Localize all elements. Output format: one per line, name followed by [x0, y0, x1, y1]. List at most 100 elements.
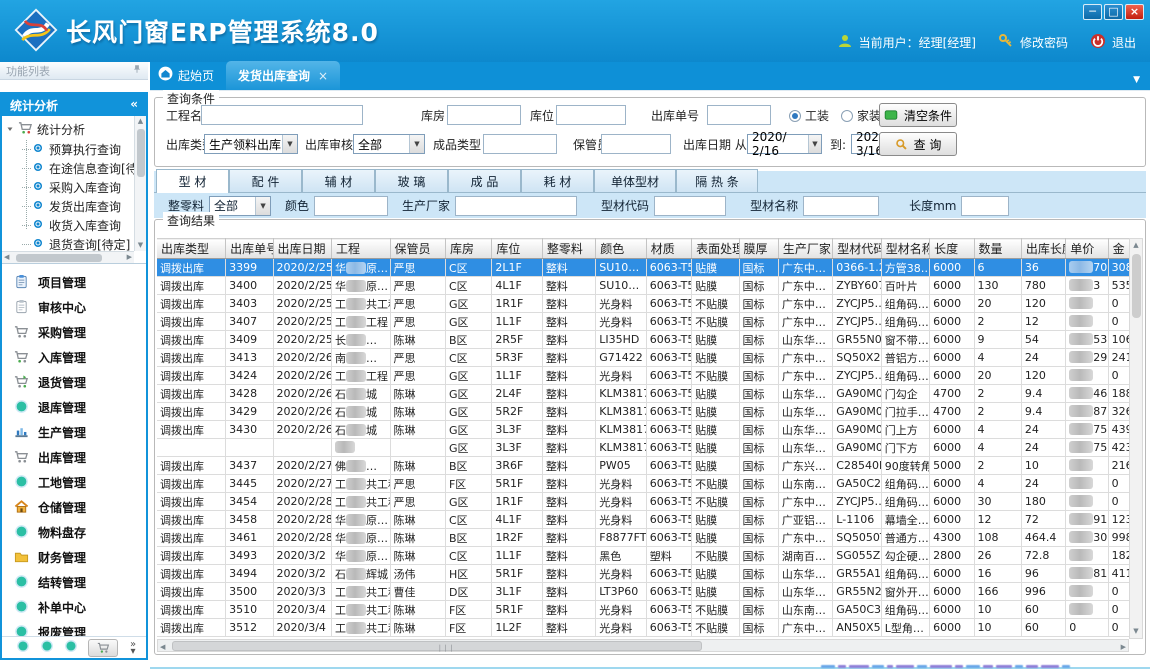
table-vertical-scrollbar[interactable]: ▲ ▼	[1129, 238, 1143, 639]
keeper-input[interactable]	[601, 134, 671, 154]
tree-item[interactable]: 发货出库查询	[22, 197, 146, 216]
sidebar-item-财务管理[interactable]: 财务管理	[2, 545, 146, 570]
order-no-input[interactable]	[707, 105, 771, 125]
table-row[interactable]: 调拨出库35122020/3/4工共工程陈琳F区1L2F整料光身料6063-T5…	[157, 619, 1131, 637]
search-button[interactable]: 查 询	[879, 132, 957, 156]
column-header[interactable]: 出库长度	[1021, 239, 1065, 259]
sidebar-item-仓储管理[interactable]: 仓储管理	[2, 495, 146, 520]
profile-name-input[interactable]	[803, 196, 879, 216]
color-input[interactable]	[314, 196, 388, 216]
material-tab-2[interactable]: 配 件	[229, 169, 302, 192]
column-header[interactable]: 金	[1108, 239, 1130, 259]
column-header[interactable]: 整零料	[542, 239, 595, 259]
table-row[interactable]: 调拨出库34072020/2/25工工程严思G区1L1F整料光身料6063-T5…	[157, 313, 1131, 331]
material-tab-3[interactable]: 辅 材	[302, 169, 375, 192]
dot-teal-icon[interactable]	[40, 638, 54, 657]
scroll-left-icon[interactable]: ◀	[4, 252, 9, 263]
sidebar-item-项目管理[interactable]: 项目管理	[2, 270, 146, 295]
sidebar-item-补单中心[interactable]: 补单中心	[2, 595, 146, 620]
close-button[interactable]: ×	[1125, 4, 1144, 20]
column-header[interactable]: 库位	[492, 239, 542, 259]
column-header[interactable]: 单价	[1066, 239, 1108, 259]
column-header[interactable]: 出库类型	[157, 239, 226, 259]
scroll-thumb[interactable]	[1132, 254, 1141, 318]
project-name-input[interactable]	[201, 105, 363, 125]
table-row[interactable]: 调拨出库34242020/2/26工工程严思G区1L1F整料光身料6063-T5…	[157, 367, 1131, 385]
change-password-link[interactable]: 修改密码	[1020, 34, 1068, 51]
table-row[interactable]: 调拨出库34002020/2/25华原…严思C区4L1F整料SU10…6063-…	[157, 277, 1131, 295]
material-tab-6[interactable]: 耗 材	[521, 169, 594, 192]
material-tab-4[interactable]: 玻 璃	[375, 169, 448, 192]
outbound-type-select[interactable]: 生产领料出库▼	[204, 134, 298, 154]
cart-button[interactable]	[88, 639, 118, 657]
column-header[interactable]: 保管员	[390, 239, 445, 259]
radio-jiazhuang[interactable]: 家装	[841, 107, 881, 124]
scroll-thumb[interactable]	[16, 254, 102, 262]
column-header[interactable]: 型材名称	[881, 239, 929, 259]
tab-close-icon[interactable]: ×	[318, 69, 328, 83]
sidebar-item-采购管理[interactable]: 采购管理	[2, 320, 146, 345]
sidebar-item-工地管理[interactable]: 工地管理	[2, 470, 146, 495]
column-header[interactable]: 膜厚	[739, 239, 778, 259]
maximize-button[interactable]: □	[1104, 4, 1123, 20]
table-row[interactable]: 调拨出库34282020/2/26石城陈琳G区2L4F整料KLM38176063…	[157, 385, 1131, 403]
table-row[interactable]: 调拨出库34132020/2/26南…严思C区5R3F整料G714226063-…	[157, 349, 1131, 367]
material-tab-5[interactable]: 成 品	[448, 169, 521, 192]
tree-root[interactable]: 统计分析	[2, 116, 146, 140]
scroll-up-icon[interactable]: ▲	[135, 116, 146, 127]
dot-teal-icon[interactable]	[64, 638, 78, 657]
collapse-icon[interactable]: «	[130, 97, 138, 116]
table-row[interactable]: G区3L3F整料KLM38176063-T5贴膜国标山东华…GA90M09…门下…	[157, 439, 1131, 457]
table-horizontal-scrollbar[interactable]: ◀ ❘❘❘ ▶	[157, 639, 1129, 652]
column-header[interactable]: 表面处理	[692, 239, 739, 259]
table-row[interactable]: 调拨出库34452020/2/27工共工程严思F区5R1F整料光身料6063-T…	[157, 475, 1131, 493]
table-row[interactable]: 调拨出库34092020/2/25长…陈琳B区2R5F整料LI35HD6063-…	[157, 331, 1131, 349]
column-header[interactable]: 工程	[332, 239, 391, 259]
section-header[interactable]: 统计分析 «	[2, 94, 146, 116]
table-row[interactable]: 调拨出库34302020/2/26石城陈琳G区3L3F整料KLM38176063…	[157, 421, 1131, 439]
scroll-thumb[interactable]	[137, 129, 145, 177]
table-row[interactable]: 调拨出库34942020/3/2石辉城汤伟H区5R1F整料光身料6063-T5贴…	[157, 565, 1131, 583]
material-tab-7[interactable]: 单体型材	[594, 169, 676, 192]
tree-vertical-scrollbar[interactable]: ▲ ▼	[134, 116, 146, 251]
table-row[interactable]: 调拨出库34932020/3/2华原…陈琳C区1L1F整料黑色塑料不贴膜国标湖南…	[157, 547, 1131, 565]
table-row[interactable]: 调拨出库33992020/2/25华原…严思C区2L1F整料SU10…6063-…	[157, 259, 1131, 277]
scroll-left-icon[interactable]: ◀	[160, 642, 165, 652]
expander-icon[interactable]	[6, 122, 14, 136]
table-row[interactable]: 调拨出库34032020/2/25工共工程严思G区1R1F整料光身料6063-T…	[157, 295, 1131, 313]
warehouse-input[interactable]	[447, 105, 521, 125]
date-from-select[interactable]: 2020/ 2/16▼	[747, 134, 822, 154]
table-row[interactable]: 调拨出库34542020/2/28工共工程严思G区1R1F整料光身料6063-T…	[157, 493, 1131, 511]
table-row[interactable]: 调拨出库34292020/2/26石城陈琳G区5R2F整料KLM38176063…	[157, 403, 1131, 421]
table-row[interactable]: 调拨出库34582020/2/28华原…陈琳C区4L1F整料光身料6063-T5…	[157, 511, 1131, 529]
tree-item[interactable]: 预算执行查询	[22, 140, 146, 159]
logout-link[interactable]: 退出	[1112, 34, 1136, 51]
sidebar-item-出库管理[interactable]: 出库管理	[2, 445, 146, 470]
sidebar-item-入库管理[interactable]: 入库管理	[2, 345, 146, 370]
sidebar-item-结转管理[interactable]: 结转管理	[2, 570, 146, 595]
table-row[interactable]: 调拨出库35102020/3/4工共工程陈琳F区5R1F整料光身料6063-T5…	[157, 601, 1131, 619]
material-tab-8[interactable]: 隔 热 条	[676, 169, 758, 192]
tree-item[interactable]: 在途信息查询[待	[22, 159, 146, 178]
column-header[interactable]: 颜色	[596, 239, 646, 259]
column-header[interactable]: 材质	[646, 239, 691, 259]
table-row[interactable]: 调拨出库34372020/2/27佛…陈琳B区3R6F整料PW056063-T5…	[157, 457, 1131, 475]
scroll-right-icon[interactable]: ▶	[127, 252, 132, 263]
minimize-button[interactable]: ─	[1083, 4, 1102, 20]
manufacturer-input[interactable]	[455, 196, 577, 216]
table-row[interactable]: 调拨出库35002020/3/3工共工程曹佳D区3L1F整料LT3P606063…	[157, 583, 1131, 601]
column-header[interactable]: 型材代码	[833, 239, 881, 259]
tab-list-chevron-icon[interactable]: ▼	[1133, 75, 1140, 85]
sidebar-item-退库管理[interactable]: 退库管理	[2, 395, 146, 420]
scroll-right-icon[interactable]: ▶	[1121, 642, 1126, 652]
radio-gongzhuang[interactable]: 工装	[789, 107, 829, 124]
scroll-thumb[interactable]: ❘❘❘	[172, 641, 702, 651]
column-header[interactable]: 出库单号	[226, 239, 273, 259]
scroll-down-icon[interactable]: ▼	[1130, 626, 1142, 637]
sidebar-item-物料盘存[interactable]: 物料盘存	[2, 520, 146, 545]
table-row[interactable]: 调拨出库34612020/2/28华原…陈琳B区1R2F整料F8877FT606…	[157, 529, 1131, 547]
column-header[interactable]: 长度	[930, 239, 974, 259]
column-header[interactable]: 出库日期	[273, 239, 332, 259]
column-header[interactable]: 库房	[445, 239, 491, 259]
tree-item[interactable]: 收货入库查询	[22, 216, 146, 235]
